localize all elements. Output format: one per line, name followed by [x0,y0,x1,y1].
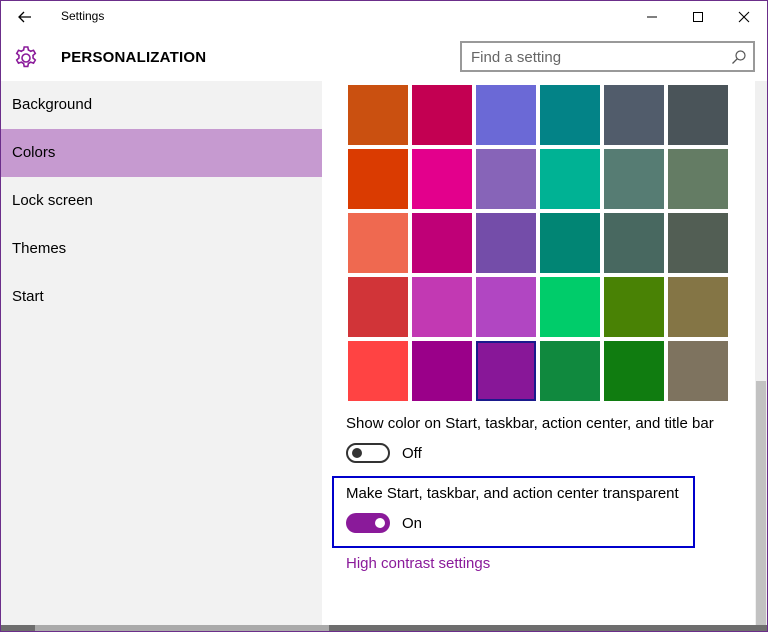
color-swatch[interactable] [412,85,472,145]
color-swatch[interactable] [476,213,536,273]
content-pane: Show color on Start, taskbar, action cen… [322,81,755,625]
color-swatch[interactable] [668,85,728,145]
scrollbar-segment [329,625,767,631]
close-button[interactable] [721,1,767,33]
show-color-toggle[interactable] [346,443,390,463]
transparent-state: On [402,515,423,532]
color-swatch[interactable] [668,149,728,209]
color-swatch[interactable] [476,149,536,209]
show-color-label: Show color on Start, taskbar, action cen… [346,415,714,432]
sidebar: Background Colors Lock screen Themes Sta… [1,81,322,631]
close-icon [738,11,750,23]
sidebar-item-themes[interactable]: Themes [1,225,322,273]
sidebar-item-label: Background [12,96,93,113]
sidebar-item-label: Start [12,288,44,305]
maximize-button[interactable] [675,1,721,33]
settings-window: Settings PERSONALIZATION Find a setting … [0,0,768,632]
scrollbar-thumb[interactable] [35,625,329,631]
sidebar-item-colors[interactable]: Colors [1,129,322,177]
sidebar-item-label: Colors [12,144,56,161]
title-bar: Settings [1,1,767,33]
gear-icon [15,46,37,68]
vertical-scrollbar[interactable] [755,81,767,625]
color-swatch[interactable] [540,213,600,273]
color-swatch[interactable] [540,341,600,401]
color-swatch[interactable] [412,213,472,273]
color-swatch[interactable] [604,277,664,337]
search-box[interactable] [460,41,755,72]
color-swatch[interactable] [540,85,600,145]
color-swatch[interactable] [604,213,664,273]
minimize-icon [647,16,657,18]
app-title: Settings [61,9,105,23]
sidebar-item-lock-screen[interactable]: Lock screen [1,177,322,225]
color-swatch[interactable] [604,341,664,401]
color-swatch[interactable] [476,85,536,145]
color-swatch[interactable] [668,277,728,337]
color-swatch[interactable] [412,149,472,209]
toggle-knob [352,448,362,458]
search-icon[interactable] [731,49,747,65]
maximize-icon [693,12,703,22]
color-swatch[interactable] [412,341,472,401]
color-swatch[interactable] [348,149,408,209]
transparency-toggle[interactable] [346,513,390,533]
sidebar-item-label: Themes [12,240,67,257]
color-swatch[interactable] [348,85,408,145]
page-header: PERSONALIZATION [1,33,767,81]
sidebar-item-start[interactable]: Start [1,273,322,321]
minimize-button[interactable] [629,1,675,33]
search-input[interactable] [471,48,721,66]
color-swatch[interactable] [348,213,408,273]
color-swatch[interactable] [540,149,600,209]
color-swatch[interactable] [668,341,728,401]
show-color-state: Off [402,445,422,462]
sidebar-item-background[interactable]: Background [1,81,322,129]
color-swatch[interactable] [604,149,664,209]
color-swatch[interactable] [668,213,728,273]
color-swatch[interactable] [348,277,408,337]
transparent-label: Make Start, taskbar, and action center t… [346,485,679,502]
page-title: PERSONALIZATION [61,49,207,66]
color-swatch[interactable] [476,277,536,337]
horizontal-scrollbar[interactable] [1,625,767,631]
sidebar-item-label: Lock screen [12,192,93,209]
back-button[interactable] [11,5,39,29]
toggle-knob [375,518,385,528]
color-swatch[interactable] [604,85,664,145]
color-swatch[interactable] [540,277,600,337]
color-swatch[interactable] [412,277,472,337]
high-contrast-settings-link[interactable]: High contrast settings [346,555,490,572]
color-swatch[interactable] [476,341,536,401]
scrollbar-segment [1,625,35,631]
back-arrow-icon [18,11,31,23]
scrollbar-thumb[interactable] [756,381,766,625]
color-swatch[interactable] [348,341,408,401]
